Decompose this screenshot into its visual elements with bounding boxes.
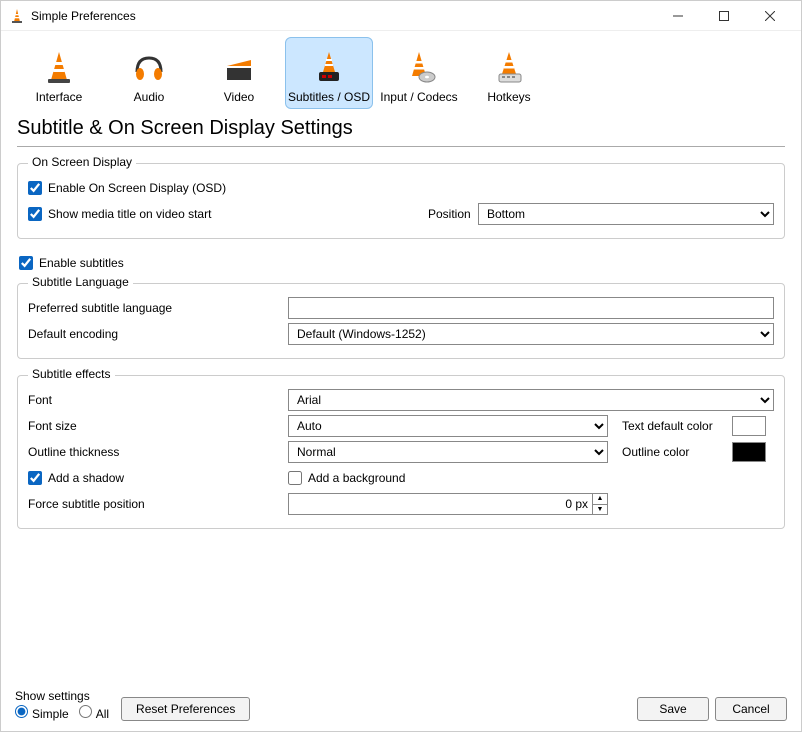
separator (17, 146, 785, 147)
enable-subtitles-checkbox[interactable]: Enable subtitles (19, 256, 124, 270)
outline-color-label: Outline color (622, 445, 732, 459)
tab-hotkeys[interactable]: Hotkeys (465, 37, 553, 109)
force-position-spinner[interactable]: ▲▼ (288, 493, 608, 515)
show-media-title-label: Show media title on video start (48, 207, 211, 221)
tab-video[interactable]: Video (195, 37, 283, 109)
position-label: Position (428, 207, 478, 221)
tab-video-label: Video (224, 90, 254, 104)
tab-interface-label: Interface (36, 90, 83, 104)
tab-input-codecs[interactable]: Input / Codecs (375, 37, 463, 109)
default-encoding-select[interactable]: Default (Windows-1252) (288, 323, 774, 345)
font-size-select[interactable]: Auto (288, 415, 608, 437)
outline-thickness-label: Outline thickness (28, 445, 288, 459)
show-simple-radio[interactable]: Simple (15, 705, 69, 721)
tab-hotkeys-label: Hotkeys (487, 90, 530, 104)
show-settings-label: Show settings (15, 689, 109, 703)
default-encoding-label: Default encoding (28, 327, 288, 341)
clapper-icon (215, 48, 263, 88)
tab-audio[interactable]: Audio (105, 37, 193, 109)
text-color-swatch[interactable] (732, 416, 766, 436)
close-button[interactable] (747, 1, 793, 31)
show-all-radio[interactable]: All (79, 705, 109, 721)
force-position-input[interactable] (288, 493, 592, 515)
outline-thickness-select[interactable]: Normal (288, 441, 608, 463)
tab-input-codecs-label: Input / Codecs (380, 90, 457, 104)
subtitle-effects-group-title: Subtitle effects (28, 367, 115, 381)
keyboard-cone-icon (485, 48, 533, 88)
footer: Show settings Simple All Reset Preferenc… (1, 683, 801, 731)
save-button[interactable]: Save (637, 697, 709, 721)
tab-audio-label: Audio (134, 90, 165, 104)
spin-up-icon[interactable]: ▲ (592, 493, 608, 504)
show-all-label: All (96, 707, 109, 721)
add-background-label: Add a background (308, 471, 405, 485)
tab-subtitles-osd-label: Subtitles / OSD (288, 90, 370, 104)
window-title: Simple Preferences (31, 9, 655, 23)
osd-group: On Screen Display Enable On Screen Displ… (17, 163, 785, 239)
position-select[interactable]: Bottom (478, 203, 774, 225)
subtitle-effects-group: Subtitle effects Font Arial Font size Au… (17, 375, 785, 529)
tab-interface[interactable]: Interface (15, 37, 103, 109)
preferred-language-input[interactable] (288, 297, 774, 319)
osd-group-title: On Screen Display (28, 155, 136, 169)
headphones-icon (125, 48, 173, 88)
font-label: Font (28, 393, 288, 407)
disc-cone-icon (395, 48, 443, 88)
subtitle-cone-icon (305, 48, 353, 88)
force-position-label: Force subtitle position (28, 497, 288, 511)
minimize-button[interactable] (655, 1, 701, 31)
show-simple-label: Simple (32, 707, 69, 721)
spin-down-icon[interactable]: ▼ (592, 504, 608, 516)
cancel-button[interactable]: Cancel (715, 697, 787, 721)
category-toolbar: Interface Audio Video Subtitles / OSD In… (1, 31, 801, 109)
maximize-button[interactable] (701, 1, 747, 31)
add-background-checkbox[interactable]: Add a background (288, 471, 405, 485)
text-color-label: Text default color (622, 419, 732, 433)
show-media-title-checkbox[interactable]: Show media title on video start (28, 207, 428, 221)
subtitle-language-group-title: Subtitle Language (28, 275, 133, 289)
enable-osd-checkbox[interactable]: Enable On Screen Display (OSD) (28, 181, 226, 195)
tab-subtitles-osd[interactable]: Subtitles / OSD (285, 37, 373, 109)
enable-subtitles-label: Enable subtitles (39, 256, 124, 270)
preferred-language-label: Preferred subtitle language (28, 301, 288, 315)
font-size-label: Font size (28, 419, 288, 433)
reset-preferences-button[interactable]: Reset Preferences (121, 697, 250, 721)
add-shadow-label: Add a shadow (48, 471, 124, 485)
enable-osd-label: Enable On Screen Display (OSD) (48, 181, 226, 195)
cone-icon (35, 48, 83, 88)
add-shadow-checkbox[interactable]: Add a shadow (28, 471, 288, 485)
titlebar: Simple Preferences (1, 1, 801, 31)
font-select[interactable]: Arial (288, 389, 774, 411)
app-cone-icon (9, 8, 25, 24)
subtitle-language-group: Subtitle Language Preferred subtitle lan… (17, 283, 785, 359)
outline-color-swatch[interactable] (732, 442, 766, 462)
page-heading: Subtitle & On Screen Display Settings (17, 109, 785, 146)
